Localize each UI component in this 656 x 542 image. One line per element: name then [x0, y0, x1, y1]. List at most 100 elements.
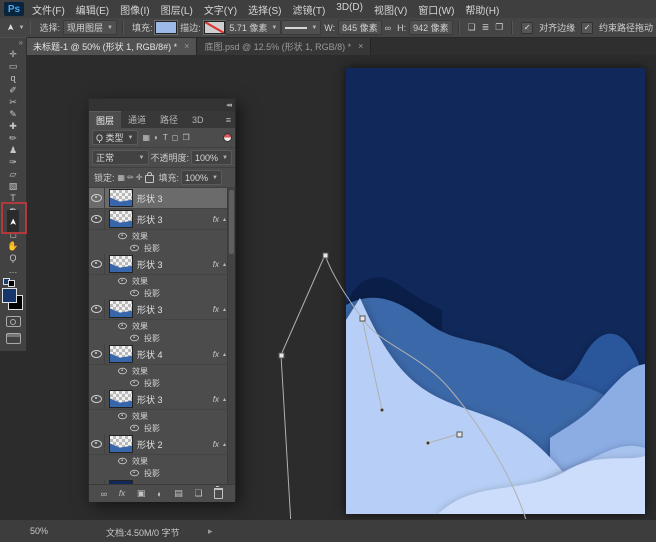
link-dimensions-icon[interactable]: ∞	[385, 23, 391, 33]
effect-visibility-icon[interactable]	[130, 380, 139, 386]
layer-row[interactable]: 形状 3	[89, 188, 235, 209]
fill-opacity-field[interactable]: 100%▼	[181, 170, 222, 185]
visibility-toggle[interactable]	[89, 254, 105, 274]
layer-thumbnail[interactable]	[109, 480, 133, 484]
layer-row[interactable]	[89, 479, 235, 484]
fx-collapse-icon[interactable]: ▴	[223, 261, 226, 268]
tool-preset-caret-icon[interactable]: ▼	[19, 25, 25, 31]
path-arrangement-icon[interactable]: ❐	[495, 22, 503, 33]
zoom-level-field[interactable]: 50%	[30, 526, 48, 536]
effect-visibility-icon[interactable]	[130, 425, 139, 431]
fx-badge[interactable]: fx	[213, 260, 219, 269]
edit-toolbar[interactable]: …	[1, 264, 25, 276]
filter-type-icon[interactable]: T	[163, 133, 168, 142]
lock-all-icon[interactable]	[145, 175, 154, 183]
layer-effect-row[interactable]: 效果	[89, 275, 235, 287]
filter-kind-dropdown[interactable]: Ϙ 类型▼	[92, 130, 138, 145]
eyedropper-tool[interactable]: ✎	[1, 108, 25, 120]
stroke-style-dropdown[interactable]: ▼	[281, 20, 321, 35]
layer-effect-row[interactable]: 投影	[89, 287, 235, 299]
history-brush-tool[interactable]: ✑	[1, 156, 25, 168]
effect-visibility-icon[interactable]	[118, 278, 127, 284]
eraser-tool[interactable]: ▱	[1, 168, 25, 180]
menu-选择(S)[interactable]: 选择(S)	[248, 2, 281, 17]
visibility-toggle[interactable]	[89, 434, 105, 454]
visibility-toggle[interactable]	[89, 344, 105, 364]
lock-transparent-icon[interactable]: ▦	[118, 173, 126, 182]
effect-visibility-icon[interactable]	[130, 470, 139, 476]
layer-style-icon[interactable]: fx	[119, 489, 125, 498]
fx-badge[interactable]: fx	[213, 305, 219, 314]
lock-position-icon[interactable]: ✛	[136, 173, 143, 182]
healing-brush-tool[interactable]: ✚	[1, 120, 25, 132]
filter-adjustment-icon[interactable]: ◐	[154, 133, 159, 142]
effect-visibility-icon[interactable]	[118, 413, 127, 419]
layer-row[interactable]: 形状 3fx▴	[89, 299, 235, 320]
crop-tool[interactable]: ✂	[1, 96, 25, 108]
filter-shape-icon[interactable]: ◻	[172, 133, 179, 142]
delete-layer-icon[interactable]	[214, 488, 223, 499]
layer-thumbnail[interactable]	[109, 300, 133, 318]
lasso-tool[interactable]: ɋ	[1, 72, 25, 84]
new-layer-icon[interactable]: ❏	[194, 488, 202, 499]
clone-stamp-tool[interactable]: ♟	[1, 144, 25, 156]
marquee-tool[interactable]: ▭	[1, 60, 25, 72]
layer-effect-row[interactable]: 效果	[89, 455, 235, 467]
panel-scrollbar[interactable]	[227, 188, 235, 484]
filter-smart-object-icon[interactable]: ❒	[182, 133, 189, 142]
layer-row[interactable]: 形状 2fx▴	[89, 434, 235, 455]
effect-visibility-icon[interactable]	[118, 368, 127, 374]
tab-layers[interactable]: 图层	[89, 111, 121, 128]
layer-effect-row[interactable]: 投影	[89, 332, 235, 344]
path-alignment-icon[interactable]: ≣	[482, 22, 490, 33]
brush-tool[interactable]: ✏	[1, 132, 25, 144]
menu-文件(F)[interactable]: 文件(F)	[32, 2, 65, 17]
effect-visibility-icon[interactable]	[130, 245, 139, 251]
layer-effect-row[interactable]: 投影	[89, 242, 235, 254]
menu-3D(D)[interactable]: 3D(D)	[336, 2, 363, 17]
move-tool[interactable]: ✛	[1, 48, 25, 60]
screen-mode-icon[interactable]	[6, 333, 21, 344]
layer-thumbnail[interactable]	[109, 345, 133, 363]
menu-滤镜(T)[interactable]: 滤镜(T)	[293, 2, 326, 17]
menu-图层(L)[interactable]: 图层(L)	[161, 2, 193, 17]
layer-row[interactable]: 形状 3fx▴	[89, 389, 235, 410]
layer-row[interactable]: 形状 3fx▴	[89, 209, 235, 230]
width-field[interactable]: 845 像素	[338, 20, 382, 35]
opacity-field[interactable]: 100%▼	[191, 150, 232, 165]
adjustment-layer-icon[interactable]: ◐	[157, 489, 162, 499]
layer-row[interactable]: 形状 3fx▴	[89, 254, 235, 275]
menu-文字(Y)[interactable]: 文字(Y)	[204, 2, 237, 17]
path-operations-icon[interactable]: ❏	[468, 22, 476, 33]
path-selection-tool[interactable]: ➤	[7, 210, 19, 234]
layer-thumbnail[interactable]	[109, 189, 133, 207]
hand-tool[interactable]: ✋	[1, 240, 25, 252]
effect-visibility-icon[interactable]	[130, 290, 139, 296]
effect-visibility-icon[interactable]	[130, 335, 139, 341]
visibility-toggle[interactable]	[89, 479, 105, 484]
close-tab-icon[interactable]: ×	[184, 41, 189, 51]
align-edges-checkbox[interactable]: ✓	[521, 22, 533, 34]
document-tab-active[interactable]: 未标题-1 @ 50% (形状 1, RGB/8#) * ×	[26, 37, 197, 55]
stroke-color-swatch[interactable]	[204, 21, 226, 34]
canvas-artwork[interactable]	[346, 68, 645, 514]
menu-图像(I)[interactable]: 图像(I)	[120, 2, 149, 17]
layer-row[interactable]: 形状 4fx▴	[89, 344, 235, 365]
layer-effect-row[interactable]: 效果	[89, 320, 235, 332]
default-swatches-icon[interactable]	[3, 278, 15, 287]
constrain-path-checkbox[interactable]: ✓	[581, 22, 593, 34]
layer-effect-row[interactable]: 投影	[89, 377, 235, 389]
menu-窗口(W)[interactable]: 窗口(W)	[418, 2, 454, 17]
quick-selection-tool[interactable]: ✐	[1, 84, 25, 96]
fx-collapse-icon[interactable]: ▴	[223, 441, 226, 448]
menu-帮助(H)[interactable]: 帮助(H)	[465, 2, 499, 17]
type-tool[interactable]: T	[1, 192, 25, 204]
stroke-width-field[interactable]: 5.71 像素▼	[225, 20, 281, 35]
layer-effect-row[interactable]: 投影	[89, 422, 235, 434]
visibility-toggle[interactable]	[89, 389, 105, 409]
filter-image-icon[interactable]: ▦	[143, 133, 151, 142]
layer-thumbnail[interactable]	[109, 435, 133, 453]
visibility-toggle[interactable]	[89, 209, 105, 229]
tab-3d[interactable]: 3D	[185, 111, 211, 128]
layer-effect-row[interactable]: 投影	[89, 467, 235, 479]
